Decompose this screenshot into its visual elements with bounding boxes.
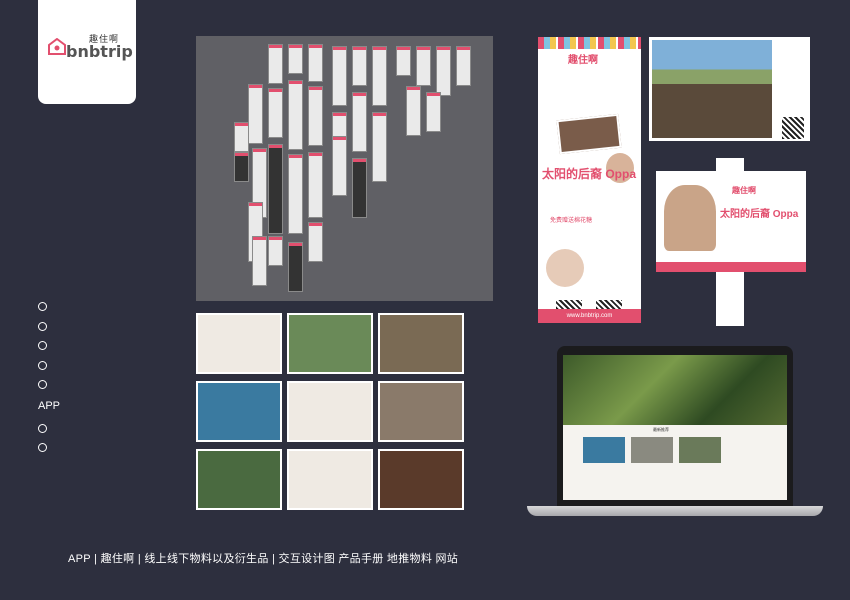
website-section-title: 最新推荐 [653,427,669,432]
nav-active-label[interactable]: APP [38,400,60,412]
sign-band [656,262,806,272]
brochure-page [378,381,464,442]
website-screen: 最新推荐 [563,355,787,500]
brochure-page [196,313,282,374]
sign-headline: 太阳的后裔 Oppa [720,209,799,220]
app-screen [268,88,283,138]
brochure-page [378,449,464,510]
rollup-portrait-2 [546,249,584,287]
app-screen [372,46,387,106]
app-screen [268,236,283,266]
rollup-photo [556,113,622,155]
app-screen [396,46,411,76]
app-screen [436,46,451,96]
product-brochure-grid [196,313,466,512]
app-screen [288,80,303,150]
nav-dot-6[interactable] [38,423,47,433]
nav-dot-2[interactable] [38,321,47,331]
nav-dot-5[interactable] [38,380,47,389]
logo-card: 趣住啊 bnbtrip [38,0,136,104]
app-screen [416,46,431,86]
brochure-page [196,449,282,510]
brochure-page [196,381,282,442]
nav-dot-4[interactable] [38,360,47,370]
app-screen [234,152,249,182]
app-screen [352,158,367,218]
app-screen [332,46,347,106]
rollup-tagline: 免费赠送棉花糖 [550,218,593,224]
app-screen [406,86,421,136]
section-nav: APP [38,302,60,463]
app-screen [234,122,249,152]
app-screen [426,92,441,132]
laptop-website-mockup: 最新推荐 [527,346,823,520]
app-screen [308,222,323,262]
sign-brand: 趣住啊 [732,186,756,195]
app-screen [372,112,387,182]
nav-dot-7[interactable] [38,443,47,452]
rollup-banner: 趣住啊 太阳的后裔 Oppa 免费赠送棉花糖 www.bnbtrip.com [538,37,641,323]
app-interaction-board [196,36,493,301]
website-listing-thumb [631,437,673,463]
qr-code-icon [782,117,804,139]
boat-photo [652,40,772,138]
app-screen [252,236,267,286]
nav-dot-1[interactable] [38,302,47,311]
rollup-headline: 太阳的后裔 Oppa [542,167,637,181]
app-screen [308,86,323,146]
promo-sign: 趣住啊 太阳的后裔 Oppa [656,171,806,272]
app-screen [268,44,283,84]
sign-portrait [664,185,716,251]
website-listing-thumb [583,437,625,463]
app-screen [352,46,367,86]
nav-dot-3[interactable] [38,341,47,350]
brochure-page [287,381,373,442]
page-caption: APP | 趣住啊 | 线上线下物料以及衍生品 | 交互设计图 产品手册 地推物… [68,553,459,565]
app-screen [288,154,303,234]
app-screen [352,92,367,152]
app-screen [456,46,471,86]
app-screen [248,84,263,144]
brochure-page [378,313,464,374]
app-screen [332,136,347,196]
website-hero-image [563,355,787,425]
logo-english-name: bnbtrip [66,42,133,61]
bunting-decoration [538,37,641,49]
app-screen [308,152,323,218]
rollup-brand: 趣住啊 [568,55,598,66]
app-screen [288,44,303,74]
brochure-page [287,313,373,374]
app-screen [268,144,283,234]
house-pin-icon [48,38,66,55]
website-listing-thumb [679,437,721,463]
rollup-url: www.bnbtrip.com [538,309,641,323]
brochure-page [287,449,373,510]
app-screen [288,242,303,292]
laptop-base [527,506,823,516]
promo-photo-card [649,37,810,141]
app-screen [308,44,323,82]
